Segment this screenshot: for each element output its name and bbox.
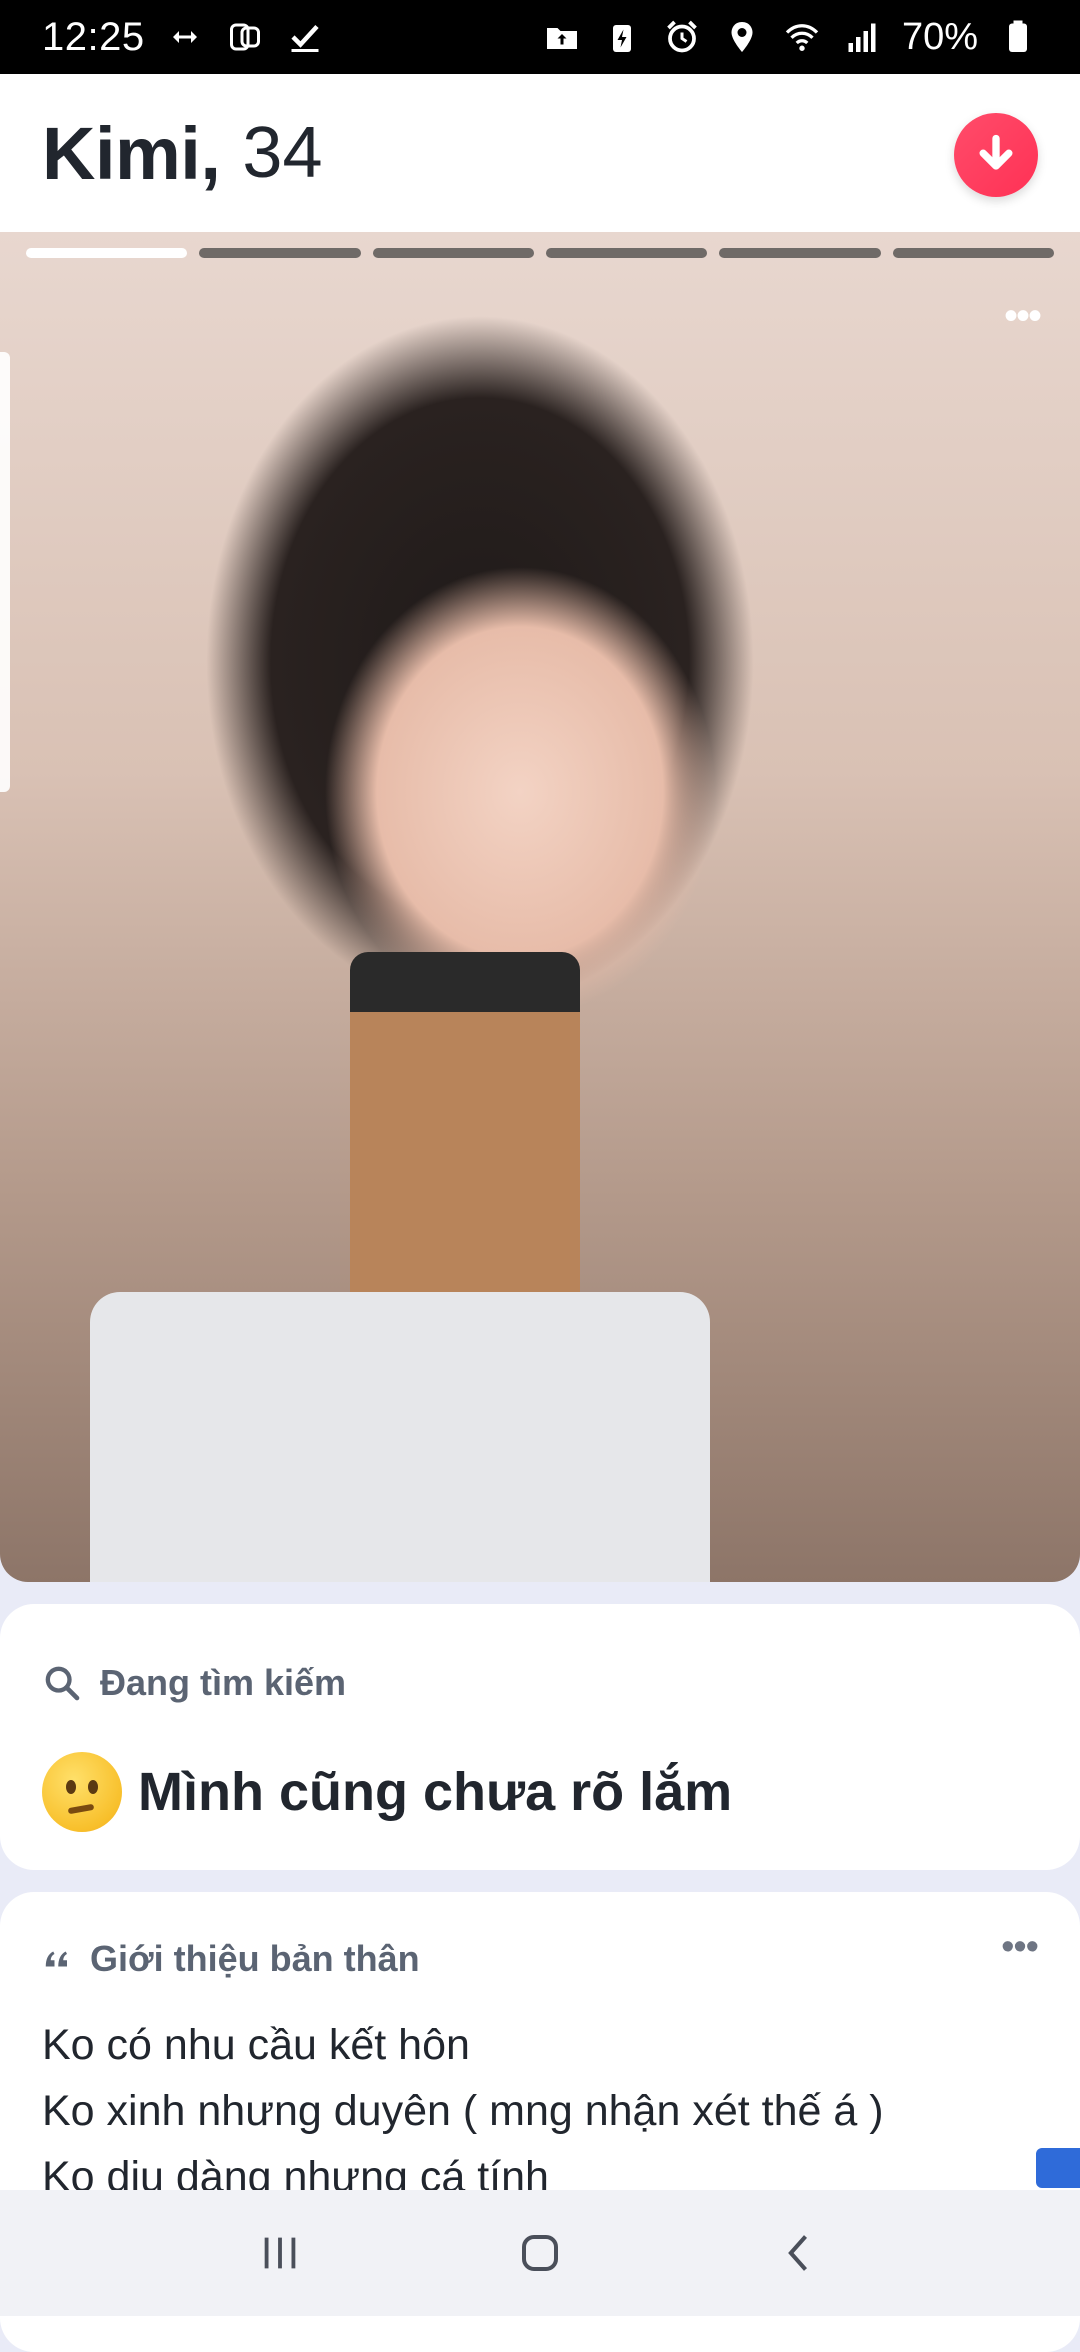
- flipboard-icon: [225, 17, 265, 57]
- quote-icon: [45, 1951, 67, 1967]
- floating-upload-badge[interactable]: [1036, 2148, 1080, 2188]
- photo-progress-segment[interactable]: [719, 248, 881, 258]
- about-label-row: Giới thiệu bản thân: [42, 1938, 420, 1980]
- battery-saver-icon: [602, 17, 642, 57]
- looking-for-value-row: Mình cũng chưa rõ lắm: [42, 1752, 732, 1832]
- home-button[interactable]: [495, 2208, 585, 2298]
- looking-for-label: Đang tìm kiếm: [100, 1662, 347, 1703]
- looking-for-card: Đang tìm kiếm Mình cũng chưa rõ lắm: [0, 1604, 1080, 1870]
- profile-age: 34: [242, 113, 323, 193]
- photo-side-handle[interactable]: [0, 352, 10, 792]
- about-label: Giới thiệu bản thân: [90, 1938, 420, 1979]
- about-line: Ko có nhu cầu kết hôn: [42, 2021, 470, 2069]
- alarm-icon: [662, 17, 702, 57]
- about-line: Ko xinh nhưng duyên ( mng nhận xét thế á…: [42, 2087, 884, 2135]
- location-icon: [722, 17, 762, 57]
- photo-progress-bar: [26, 248, 1054, 258]
- looking-for-label-row: Đang tìm kiếm: [42, 1662, 346, 1704]
- looking-for-value: Mình cũng chưa rõ lắm: [138, 1762, 733, 1822]
- battery-icon: [998, 17, 1038, 57]
- photo-progress-segment[interactable]: [892, 248, 1054, 258]
- status-bar: 12:25 70%: [0, 0, 1080, 74]
- collapse-profile-button[interactable]: [954, 113, 1038, 197]
- system-nav-bar: [0, 2190, 1080, 2316]
- back-icon: [788, 2235, 808, 2271]
- photo-more-icon[interactable]: •••: [1004, 294, 1042, 339]
- wifi-icon: [782, 17, 822, 57]
- data-transfer-icon: [165, 17, 205, 57]
- photo-progress-segment[interactable]: [372, 248, 534, 258]
- about-more-icon[interactable]: •••: [1001, 1926, 1039, 1969]
- status-time: 12:25: [42, 14, 145, 59]
- photo-progress-segment[interactable]: [545, 248, 708, 258]
- profile-name: Kimi,: [42, 111, 221, 195]
- arrow-down-icon: [979, 134, 1013, 170]
- profile-header: Kimi, 34: [0, 74, 1080, 232]
- photo-shirt: [90, 1292, 710, 1582]
- checkbox-icon: [285, 17, 325, 57]
- home-icon: [522, 2235, 558, 2271]
- recents-button[interactable]: [235, 2208, 325, 2298]
- about-text: Ko có nhu cầu kết hôn Ko xinh nhưng duyê…: [42, 2012, 1038, 2210]
- thinking-face-icon: [42, 1752, 122, 1832]
- profile-photo[interactable]: •••: [0, 232, 1080, 1582]
- recents-icon: [264, 2237, 296, 2269]
- photo-progress-segment[interactable]: [199, 248, 361, 258]
- photo-progress-segment[interactable]: [26, 248, 188, 258]
- search-icon: [45, 1666, 80, 1701]
- folder-upload-icon: [542, 17, 582, 57]
- back-button[interactable]: [755, 2208, 845, 2298]
- signal-icon: [842, 17, 882, 57]
- battery-percentage: 70%: [901, 15, 978, 58]
